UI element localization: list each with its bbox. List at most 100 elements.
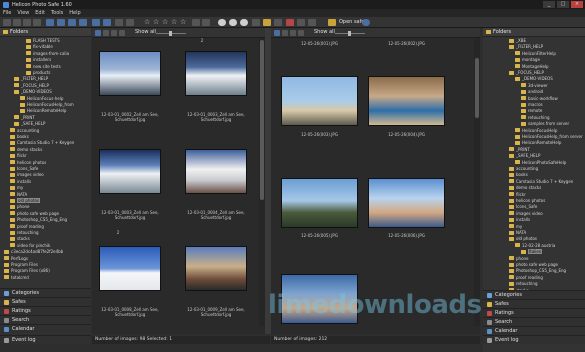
folder-tree-item[interactable]: HeliconFilterHelp: [515, 51, 556, 56]
folder-tree-item[interactable]: installs: [509, 217, 530, 222]
folder-tree-item[interactable]: 12-02-28 austria: [515, 243, 555, 248]
filter-icon[interactable]: [298, 30, 304, 36]
folder-tree-item[interactable]: Program Files: [4, 262, 38, 267]
folder-tree-item[interactable]: _SAFE_HELP: [509, 153, 540, 158]
folder-tree-item[interactable]: images video: [509, 211, 543, 216]
left-folder-tree[interactable]: FLASH TESTS fix-vitable images-from-calia i…: [0, 38, 91, 287]
star-filter-icon[interactable]: [263, 19, 271, 26]
folder-tree-item[interactable]: stacks: [10, 236, 30, 241]
folder-tree-item[interactable]: _FILTER_HELP: [14, 76, 48, 81]
folder-tree-item[interactable]: accounting: [509, 166, 538, 171]
group-icon[interactable]: [111, 30, 117, 36]
folder-tree-item[interactable]: _DEMO-VIDEOS: [14, 89, 52, 94]
filter-icon[interactable]: [229, 19, 237, 26]
settings-icon[interactable]: [240, 19, 248, 26]
folder-tree-item[interactable]: flickr: [10, 153, 27, 158]
folder-tree-item[interactable]: products: [26, 70, 50, 75]
thumbnail-image[interactable]: [185, 149, 247, 194]
thumbnail-image[interactable]: [99, 246, 161, 291]
menu-tools[interactable]: Tools: [51, 10, 63, 16]
zoom-slider-handle[interactable]: [169, 31, 172, 36]
menu-edit[interactable]: Edit: [35, 10, 45, 16]
folder-tree-item[interactable]: retouching: [521, 115, 550, 120]
thumbnail-image[interactable]: [368, 76, 445, 126]
forward-icon[interactable]: [13, 19, 21, 26]
tag-icon[interactable]: [192, 19, 200, 26]
folder-tree-item[interactable]: MontageHelp: [515, 64, 549, 69]
minimize-button[interactable]: _: [543, 1, 555, 8]
folder-tree-item[interactable]: proof reading: [10, 224, 44, 229]
sort-icon[interactable]: [282, 30, 288, 36]
folder-tree-item[interactable]: phone: [509, 256, 529, 261]
folder-tree-item[interactable]: retouching: [509, 281, 538, 286]
menu-file[interactable]: File: [3, 10, 11, 16]
folder-tree-item[interactable]: installers: [26, 57, 51, 62]
folder-tree-item[interactable]: HeliconPhotoSafeHelp: [515, 160, 566, 165]
folder-tree-item[interactable]: images video: [10, 172, 44, 177]
folder-tree-item[interactable]: _PRINT: [509, 147, 530, 152]
folder-tree-item[interactable]: NATA: [509, 230, 526, 235]
folder-tree-item[interactable]: _FOCUS_HELP: [509, 70, 544, 75]
thumbnail-image[interactable]: [281, 178, 358, 228]
menu-help[interactable]: Help: [69, 10, 80, 16]
folder-tree-item[interactable]: totalcmd: [4, 275, 29, 280]
refresh-icon[interactable]: [33, 19, 41, 26]
folder-tree-item[interactable]: HeliconFocusHelp_from server: [515, 134, 583, 139]
folder-tree-item[interactable]: flickr: [509, 192, 526, 197]
thumbnail-image[interactable]: [99, 51, 161, 96]
folder-tree-item[interactable]: installs: [10, 179, 31, 184]
view-mode-icon[interactable]: [274, 30, 280, 36]
folder-tree-item[interactable]: Camtasia Studio 7 + Keygen: [509, 179, 573, 184]
tab-search[interactable]: Search: [483, 317, 585, 326]
tab-event-log[interactable]: Event log: [0, 335, 91, 344]
folder-tree-item[interactable]: books: [10, 134, 29, 139]
upload-icon[interactable]: [297, 19, 305, 26]
folder-tree-item[interactable]: c3eca2dc4ad87fe2f2e4bb: [4, 249, 63, 254]
folder-tree-item[interactable]: old photos: [10, 198, 40, 203]
rating-star-4-icon[interactable]: ☆: [171, 18, 177, 27]
folder-tree-item[interactable]: demo stacks: [10, 147, 42, 152]
folder-tree-item[interactable]: HeliconFocusHelp: [515, 128, 557, 133]
fullscreen-icon[interactable]: [126, 19, 134, 26]
folder-tree-item[interactable]: proof reading: [509, 275, 543, 280]
open-safe-button[interactable]: Open safe: [339, 19, 364, 26]
tab-calendar[interactable]: Calendar: [0, 324, 91, 333]
folder-tree-item[interactable]: demo stacks: [509, 185, 541, 190]
view-mode-icon[interactable]: [95, 30, 101, 36]
tab-categories[interactable]: Categories: [483, 290, 585, 299]
folder-tree-item[interactable]: Icons_Safe: [509, 204, 537, 209]
filter-icon[interactable]: [119, 30, 125, 36]
folder-tree-item[interactable]: FLASH TESTS: [26, 38, 60, 43]
up-icon[interactable]: [23, 19, 31, 26]
folder-tree-item[interactable]: Icons_Safe: [10, 166, 38, 171]
folder-tree-item[interactable]: PerfLogs: [4, 256, 28, 261]
open-safe-icon[interactable]: [328, 19, 336, 26]
calendar-icon[interactable]: [274, 19, 282, 26]
folder-tree-item[interactable]: macros: [521, 102, 543, 107]
thumbnail-image[interactable]: [185, 246, 247, 291]
folder-tree-item[interactable]: fix-vitable: [26, 44, 53, 49]
scrollbar-thumb[interactable]: [475, 58, 479, 118]
folder-tree-item[interactable]: books: [509, 172, 528, 177]
help-icon[interactable]: [362, 19, 370, 26]
tab-categories[interactable]: Categories: [0, 288, 91, 297]
tab-search[interactable]: Search: [0, 315, 91, 324]
folder-tree-item[interactable]: samples from server: [521, 121, 569, 126]
folder-tree-item[interactable]: new site tests: [26, 64, 61, 69]
folder-tree-item[interactable]: _DEMO-VIDEOS: [515, 76, 553, 81]
folder-tree-item[interactable]: remote: [521, 108, 542, 113]
tab-safes[interactable]: Safes: [483, 299, 585, 308]
folder-tree-item[interactable]: _PRINT: [14, 115, 35, 120]
rating-star-5-icon[interactable]: ☆: [180, 18, 186, 27]
lock-icon[interactable]: [252, 19, 260, 26]
thumbnail-image[interactable]: [99, 149, 161, 194]
folder-tree-item[interactable]: my: [509, 224, 522, 229]
rating-star-1-icon[interactable]: ☆: [144, 18, 150, 27]
folder-tree-item[interactable]: photo safe web page: [10, 211, 59, 216]
folder-tree-item[interactable]: helicon photos: [509, 198, 545, 203]
thumbnail-view-icon[interactable]: [68, 19, 76, 26]
zoom-slider-handle[interactable]: [348, 31, 351, 36]
list-view-icon[interactable]: [79, 19, 87, 26]
folder-tree-item[interactable]: video for pinchik: [10, 243, 50, 248]
folder-tree-item[interactable]: phone: [10, 204, 30, 209]
